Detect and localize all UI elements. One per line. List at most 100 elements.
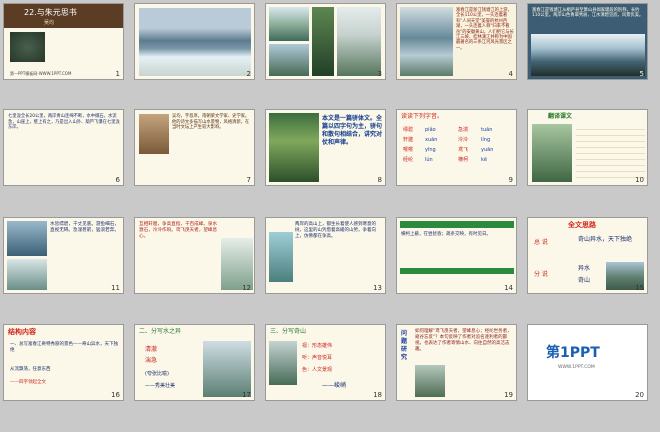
brand-logo-text: 第1PPT [546,345,600,361]
pinyin: líng [481,137,491,143]
slide-thumbnail-10[interactable]: 翻译课文 10 [527,109,648,186]
part-a: 异水 [578,265,591,272]
slide-thumbnail-3[interactable]: 3 [265,3,386,80]
slide-text: 横柯上蔽，在昼犹昏；疏条交映，有时见日。 [401,232,491,237]
slide-title: 二、分写水之异 [139,328,182,335]
slide-thumbnail-7[interactable]: 吴均，字叔庠，南朝梁文学家、史学家。他的诗文多描写山水景物，风格清新，在当时文坛… [134,109,255,186]
slide-number: 9 [508,176,513,184]
slide-text: 富春江是钱塘江从桐庐县至萧山县闻家堰段的别称，长约110公里。两岸山色青翠秀丽，… [532,8,644,19]
water-image [7,221,47,256]
boat-image [7,259,47,290]
summary-text: ——秀美壮美 [145,383,176,389]
item-3: 色：人文景观 [302,367,333,373]
slide-thumbnail-9[interactable]: 读读下列字音。 缥碧 piǎo 急湍 tuān 轩邈 xuān 泠泠 líng … [396,109,517,186]
note-text: (夸张比喻) [145,371,169,377]
header-band [400,221,514,228]
translation-text-block [576,124,645,182]
author-portrait [139,114,169,154]
slide-number: 10 [635,176,644,184]
slide-thumbnail-2[interactable]: 2 [134,3,255,80]
content-line-3: ——四字领起全文 [10,380,46,385]
slide-thumbnail-8[interactable]: 本文是一篇骈体文。全篇以四字句为主，骈句和散句相结合，讲究对仗和声律。 8 [265,109,386,186]
slide-number: 20 [635,391,644,399]
slide-thumbnail-14[interactable]: 横柯上蔽，在昼犹昏；疏条交映，有时见日。 14 [396,217,517,294]
slide-thumbnail-17[interactable]: 二、分写水之异 清澈 湍急 (夸张比喻) ——秀美壮美 17 [134,324,255,401]
slide-thumbnail-12[interactable]: 互相轩邈，争高直指，千百成峰。泉水激石，泠泠作响。鸢飞戾天者，望峰息心。 12 [134,217,255,294]
slide-thumbnail-18[interactable]: 三、分写奇山 视：形态雄伟 听：声音悦耳 色：人文景观 ——峻峭 18 [265,324,386,401]
word: 轩邈 [403,137,414,143]
word: 缥碧 [403,127,414,133]
slide-number: 2 [246,70,251,78]
item-clear: 清澈 [145,346,158,353]
pinyin: yīng [425,147,436,153]
item-2: 听：声音悦耳 [302,355,333,361]
slide-thumbnail-13[interactable]: 两岸的高山上，都生长着使人感到寒意的树。这里的山凭借着高峻的山势，争着向上，仿佛… [265,217,386,294]
scenery-image [415,365,445,397]
slide-number: 12 [242,284,251,292]
valley-image [337,7,381,76]
content-line-2: 从流飘荡，任意东西 [10,367,51,372]
slide-number: 3 [377,70,382,78]
slide-number: 4 [508,70,513,78]
slide-thumbnail-4[interactable]: 富春江是浙江钱塘江的上游，全长110公里，一头连着著有"人间天堂"美誉的杭州西湖… [396,3,517,80]
slide-number: 19 [504,391,513,399]
bird-image [221,238,253,290]
footer-band [400,268,514,274]
slide-text: 富春江是浙江钱塘江的上游，全长110公里，一头连着著有"人间天堂"美誉的杭州西湖… [456,8,514,51]
slide-thumbnail-16[interactable]: 结构内容 一、总写富春江奇特秀丽的景色——奇山异水，天下独绝 从流飘荡，任意东西… [3,324,124,401]
lake-image [269,7,309,41]
slide-number: 14 [504,284,513,292]
slide-header: 读读下列字音。 [401,113,444,120]
river-photo [531,34,645,76]
river-image [139,8,251,76]
word: 急湍 [458,127,469,133]
slide-thumbnail-11[interactable]: 水皆缥碧，千丈见底。游鱼细石，直视无碍。急湍甚箭，猛浪若奔。 11 [3,217,124,294]
scenery-image [532,124,572,182]
author: 吴均 [44,20,55,26]
word: 嘤嘤 [403,147,414,153]
part-label: 分 说 [534,271,548,278]
slide-number: 13 [373,284,382,292]
slide-title: 全文思路 [568,221,596,229]
forest-image [312,7,334,76]
item-rapid: 湍急 [145,357,158,364]
slide-text: 水皆缥碧，千丈见底。游鱼细石，直视无碍。急湍甚箭，猛浪若奔。 [50,222,119,233]
slide-thumbnail-15[interactable]: 全文思路 总 说 奇山异水，天下独绝 分 说 异水 奇山 15 [527,217,648,294]
slide-thumbnail-6[interactable]: 七里泷全长20公里，两岸青山连绵不断，水中礁石，水流急，山崖上，壁上有之，乃是出… [3,109,124,186]
total-text: 奇山异水，天下独绝 [578,236,633,243]
slide-number: 6 [115,176,120,184]
pinyin: lún [425,157,433,163]
slide-number: 17 [242,391,251,399]
slide-thumbnail-20[interactable]: 第1PPT WWW.1PPT.COM 20 [527,324,648,401]
part-b: 奇山 [578,277,591,284]
slide-number: 11 [111,284,120,292]
summary-text: ——峻峭 [322,382,347,389]
slide-number: 8 [377,176,382,184]
stone-image [10,32,45,62]
slide-title: 结构内容 [8,328,36,336]
river-photo [400,7,453,76]
slide-number: 1 [115,70,120,78]
slide-title: 问题研究 [401,330,408,361]
slide-header: 翻译课文 [548,113,573,120]
content-line-1: 一、总写富春江奇特秀丽的景色——奇山异水，天下独绝 [10,342,118,353]
waterfall-image [269,232,293,282]
brand-url: WWW.1PPT.COM [558,365,595,370]
slide-title: 三、分写奇山 [270,328,307,335]
pinyin: kē [481,157,487,163]
pinyin: xuān [425,137,438,143]
slide-thumbnail-5[interactable]: 富春江是钱塘江从桐庐县至萧山县闻家堰段的别称，长约110公里。两岸山色青翠秀丽，… [527,3,648,80]
slide-number: 18 [373,391,382,399]
slide-number: 16 [111,391,120,399]
slide-number: 7 [246,176,251,184]
mountain-image [269,341,297,385]
slide-thumbnail-1[interactable]: 22.与朱元思书 吴均 第一PPT模板网-WWW.1PPT.COM 1 [3,3,124,80]
item-1: 视：形态雄伟 [302,343,333,349]
slide-text: 如何理解"鸢飞戾天者，望峰息心；经纶世务者，窥谷忘反"？本句反映了作者对追名逐利… [415,329,512,352]
slide-text: 本文是一篇骈体文。全篇以四字句为主，骈句和散句相结合，讲究对仗和声律。 [322,115,383,146]
river-image [203,341,251,397]
slide-number: 5 [639,70,644,78]
slide-thumbnail-19[interactable]: 问题研究 如何理解"鸢飞戾天者，望峰息心；经纶世务者，窥谷忘反"？本句反映了作者… [396,324,517,401]
word: 鸢飞 [458,147,469,153]
word: 横柯 [458,157,469,163]
